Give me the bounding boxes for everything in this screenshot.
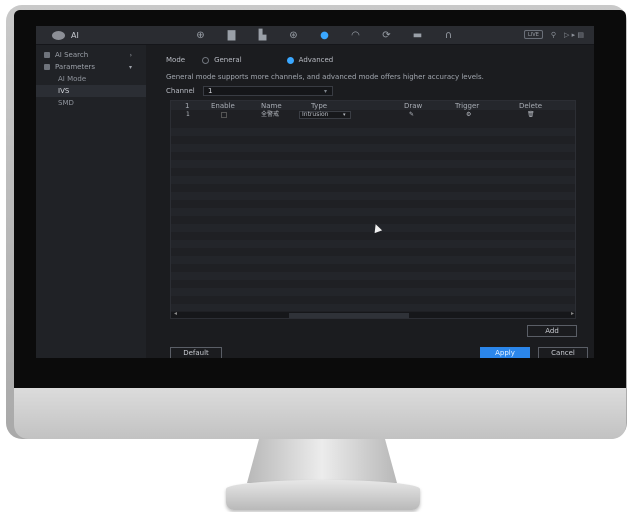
sidebar-item-label: IVS	[58, 87, 70, 95]
table-row	[171, 176, 575, 184]
search-icon	[44, 52, 50, 58]
mode-advanced-radio[interactable]	[286, 56, 294, 64]
table-row	[171, 256, 575, 264]
col-type: Type	[311, 102, 328, 110]
chart-icon[interactable]: ▙	[256, 29, 269, 41]
ai-icon[interactable]: ●	[318, 29, 331, 41]
sidebar-item-ai-mode[interactable]: AI Mode	[36, 73, 146, 85]
sidebar-item-smd[interactable]: SMD	[36, 97, 146, 109]
table-row[interactable]: 1 全警戒 Intrusion ▾ ✎ ⚙ 🗑	[171, 111, 575, 119]
scroll-right-icon[interactable]: ▸	[571, 310, 574, 317]
channel-row: Channel	[166, 87, 195, 95]
camera-icon[interactable]: ⊕	[194, 29, 207, 41]
mode-general-label: General	[214, 56, 242, 64]
chevron-down-icon: ▾	[323, 88, 327, 95]
row-type: Intrusion	[302, 111, 329, 118]
horizontal-scrollbar[interactable]: ◂ ▸	[171, 310, 575, 318]
main-panel: Mode General Advanced General mode suppo…	[146, 45, 594, 358]
col-index: 1	[185, 102, 190, 110]
apply-button[interactable]: Apply	[480, 347, 530, 358]
monitor-icon[interactable]: ▬	[411, 29, 424, 41]
monitor-chin	[14, 388, 626, 439]
sidebar-item-label: AI Mode	[58, 75, 87, 83]
row-index: 1	[186, 111, 190, 118]
channel-value: 1	[208, 87, 213, 95]
mode-general-radio[interactable]	[202, 56, 210, 64]
table-row	[171, 128, 575, 136]
channel-select[interactable]: 1 ▾	[203, 86, 333, 96]
refresh-icon[interactable]: ⟳	[380, 29, 393, 41]
monitor-foot	[226, 480, 420, 510]
add-button[interactable]: Add	[527, 325, 577, 337]
ai-logo-icon	[52, 31, 65, 40]
channel-label: Channel	[166, 87, 195, 95]
sidebar-item-label: Parameters	[55, 63, 96, 71]
chevron-right-icon: ›	[129, 51, 132, 59]
mode-description: General mode supports more channels, and…	[166, 73, 484, 81]
table-row	[171, 304, 575, 311]
table-row	[171, 192, 575, 200]
col-trigger: Trigger	[455, 102, 480, 110]
top-bar: AI ⊕ ▇ ▙ ⊛ ● ◠ ⟳ ▬ ∩ LIVE ⚲ ▷ ▸ ▤	[36, 26, 594, 45]
table-row	[171, 160, 575, 168]
scrollbar-thumb[interactable]	[289, 313, 409, 318]
app-title: AI	[52, 31, 79, 40]
sidebar-item-ivs[interactable]: IVS	[36, 85, 146, 97]
mode-label: Mode	[166, 56, 186, 64]
table-row	[171, 240, 575, 248]
sidebar-item-ai-search[interactable]: AI Search ›	[36, 49, 146, 61]
sidebar-item-label: SMD	[58, 99, 74, 107]
mode-row: Mode General Advanced	[166, 56, 333, 64]
col-enable: Enable	[211, 102, 235, 110]
enable-checkbox[interactable]	[221, 112, 227, 118]
top-right-tools: LIVE ⚲ ▷ ▸ ▤	[524, 30, 584, 39]
app-screen: AI ⊕ ▇ ▙ ⊛ ● ◠ ⟳ ▬ ∩ LIVE ⚲ ▷ ▸ ▤ AI Sea…	[36, 26, 594, 358]
delete-icon[interactable]: 🗑	[527, 111, 535, 119]
sidebar-item-parameters[interactable]: Parameters ▾	[36, 61, 146, 73]
col-draw: Draw	[404, 102, 423, 110]
sidebar-item-label: AI Search	[55, 51, 89, 59]
chevron-down-icon: ▾	[128, 63, 132, 71]
draw-icon[interactable]: ✎	[409, 111, 414, 119]
mode-advanced-label: Advanced	[298, 56, 334, 64]
table-header: 1 Enable Name Type Draw Trigger Delete	[171, 101, 575, 110]
table-row	[171, 144, 575, 152]
network-icon[interactable]: ⊛	[287, 29, 300, 41]
table-row	[171, 288, 575, 296]
rules-table: 1 Enable Name Type Draw Trigger Delete 1…	[170, 100, 576, 319]
default-button[interactable]: Default	[170, 347, 222, 358]
user-icon[interactable]: ⚲	[551, 31, 556, 39]
sidebar: AI Search › Parameters ▾ AI Mode IVS SMD	[36, 45, 146, 358]
table-row	[171, 208, 575, 216]
folder-icon[interactable]: ▇	[225, 29, 238, 41]
monitor-neck	[247, 439, 397, 483]
app-title-text: AI	[71, 31, 79, 40]
chevron-down-icon: ▾	[343, 112, 346, 118]
main-nav: ⊕ ▇ ▙ ⊛ ● ◠ ⟳ ▬ ∩	[194, 29, 455, 41]
live-button[interactable]: LIVE	[524, 30, 543, 39]
trigger-icon[interactable]: ⚙	[466, 111, 471, 119]
row-name[interactable]: 全警戒	[261, 111, 279, 119]
scroll-left-icon[interactable]: ◂	[174, 310, 177, 317]
table-row	[171, 272, 575, 280]
col-delete: Delete	[519, 102, 542, 110]
col-name: Name	[261, 102, 282, 110]
cancel-button[interactable]: Cancel	[538, 347, 588, 358]
headset-icon[interactable]: ∩	[442, 29, 455, 41]
list-icon	[44, 64, 50, 70]
status-icons[interactable]: ▷ ▸ ▤	[564, 31, 584, 39]
gauge-icon[interactable]: ◠	[349, 29, 362, 41]
